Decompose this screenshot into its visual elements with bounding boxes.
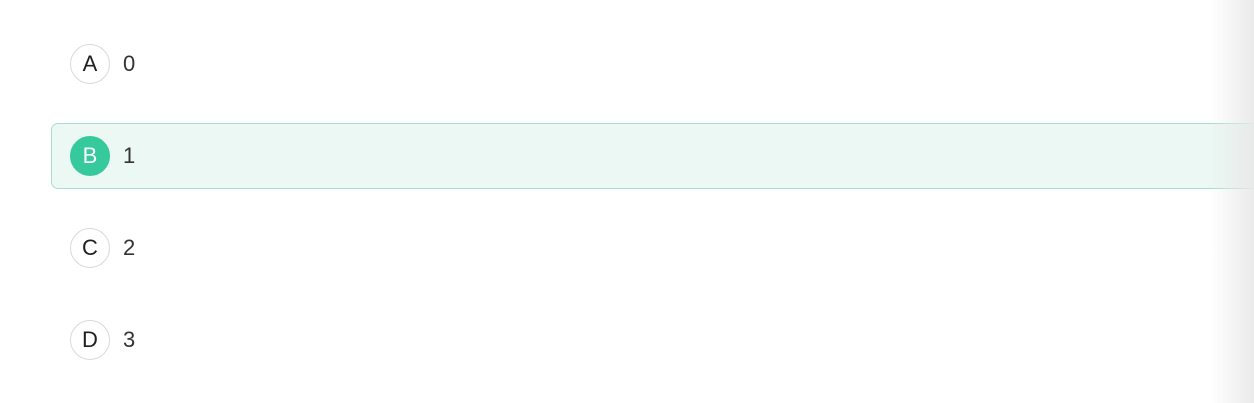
option-d[interactable]: D 3: [51, 307, 1254, 373]
option-c[interactable]: C 2: [51, 215, 1254, 281]
option-letter-badge: B: [70, 136, 110, 176]
option-letter-badge: D: [70, 320, 110, 360]
option-letter-badge: C: [70, 228, 110, 268]
option-letter-badge: A: [70, 44, 110, 84]
option-text: 3: [123, 327, 136, 352]
option-text: 0: [123, 51, 136, 76]
option-text: 1: [123, 143, 136, 168]
option-text: 2: [123, 235, 136, 260]
answer-options: A 0 B 1 C 2 D 3: [0, 0, 1254, 403]
option-b[interactable]: B 1: [51, 123, 1254, 189]
option-a[interactable]: A 0: [51, 31, 1254, 97]
